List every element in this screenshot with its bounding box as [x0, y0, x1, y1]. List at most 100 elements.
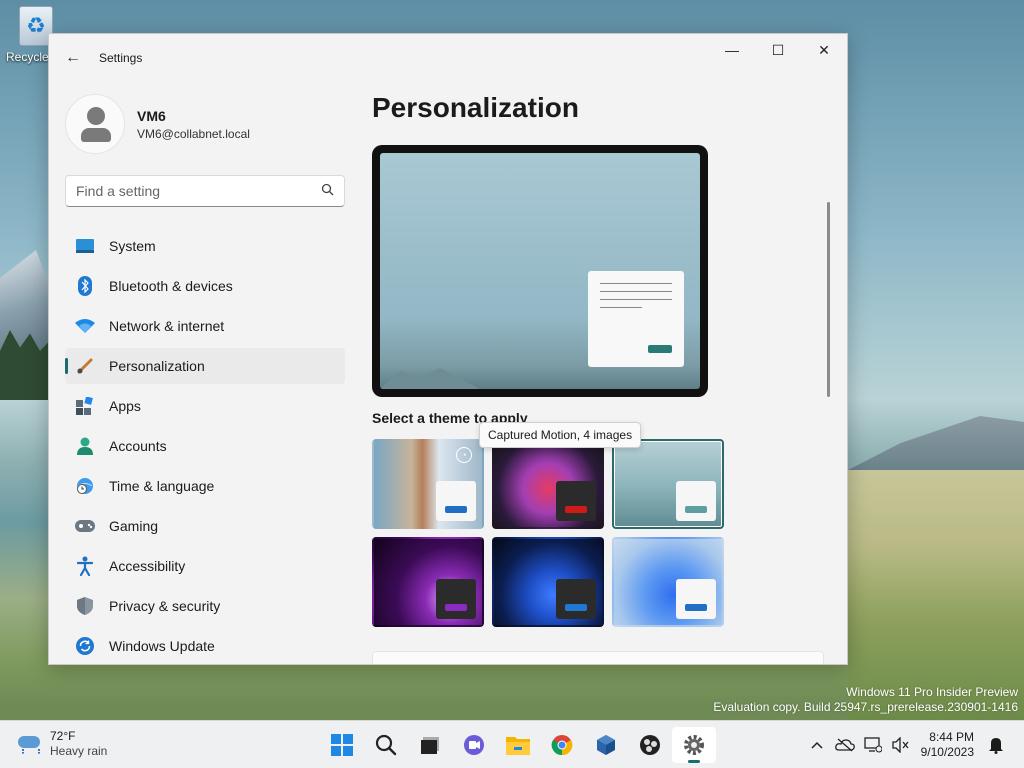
brush-icon — [75, 356, 95, 376]
obs-icon — [640, 735, 660, 755]
sidebar-item-label: Accounts — [109, 438, 167, 454]
theme-swatch — [436, 579, 476, 619]
title-bar: ← Settings — ☐ ✕ — [49, 34, 847, 82]
sidebar-item-system[interactable]: System — [65, 228, 345, 264]
theme-tooltip: Captured Motion, 4 images — [479, 422, 642, 448]
person-icon — [75, 436, 95, 456]
weather-temperature: 72°F — [50, 729, 76, 743]
search-icon[interactable] — [321, 183, 334, 199]
settings-card[interactable] — [372, 651, 824, 664]
sidebar-item-label: Bluetooth & devices — [109, 278, 233, 294]
system-tray: 8:44 PM 9/10/2023 — [803, 721, 1010, 768]
chevron-up-icon[interactable] — [803, 731, 831, 759]
theme-tile[interactable] — [372, 537, 484, 627]
network-icon[interactable] — [859, 731, 887, 759]
sidebar-item-time-language[interactable]: Time & language — [65, 468, 345, 504]
notification-bell-icon[interactable] — [982, 731, 1010, 759]
preview-accent-button — [648, 345, 672, 353]
sidebar-item-label: System — [109, 238, 156, 254]
taskbar-search-button[interactable] — [364, 727, 408, 763]
settings-window: ← Settings — ☐ ✕ VM6 VM6@collabnet.local… — [48, 33, 848, 665]
monitor-icon — [75, 236, 95, 256]
watermark-build: Evaluation copy. Build 25947.rs_prerelea… — [713, 700, 1018, 714]
sidebar-item-label: Time & language — [109, 478, 215, 494]
rain-cloud-icon — [16, 732, 44, 756]
sidebar-item-label: Personalization — [109, 358, 205, 374]
user-profile[interactable]: VM6 VM6@collabnet.local — [65, 94, 250, 154]
sidebar-item-network[interactable]: Network & internet — [65, 308, 345, 344]
desktop-mountain-right — [848, 416, 1024, 470]
teams-chat-icon — [464, 735, 484, 755]
themes-grid: ◔ — [372, 439, 732, 627]
sidebar-nav: System Bluetooth & devices Network & int… — [65, 228, 345, 664]
theme-preview — [372, 145, 708, 397]
sidebar-item-label: Gaming — [109, 518, 159, 534]
apps-icon — [75, 396, 95, 416]
sidebar-item-bluetooth[interactable]: Bluetooth & devices — [65, 268, 345, 304]
wifi-icon — [75, 316, 95, 336]
sidebar-item-privacy-security[interactable]: Privacy & security — [65, 588, 345, 624]
sidebar-item-accessibility[interactable]: Accessibility — [65, 548, 345, 584]
theme-accent-chip — [445, 604, 467, 611]
theme-tile[interactable]: ◔ — [372, 439, 484, 529]
sidebar-item-label: Network & internet — [109, 318, 225, 334]
onedrive-offline-icon[interactable] — [831, 731, 859, 759]
app-title: Settings — [99, 51, 143, 65]
sidebar-item-accounts[interactable]: Accounts — [65, 428, 345, 464]
sidebar-item-label: Apps — [109, 398, 141, 414]
settings-icon — [684, 735, 704, 755]
theme-tile[interactable] — [612, 439, 724, 529]
volume-muted-icon[interactable] — [887, 731, 915, 759]
theme-tile[interactable] — [612, 537, 724, 627]
file-explorer-button[interactable] — [496, 727, 540, 763]
virtualbox-button[interactable] — [584, 727, 628, 763]
theme-accent-chip — [685, 506, 707, 513]
theme-swatch — [556, 481, 596, 521]
theme-swatch — [676, 579, 716, 619]
clock[interactable]: 8:44 PM 9/10/2023 — [921, 730, 974, 760]
sidebar-item-label: Accessibility — [109, 558, 186, 574]
start-button[interactable] — [320, 727, 364, 763]
profile-name: VM6 — [137, 107, 166, 124]
sidebar-item-personalization[interactable]: Personalization — [65, 348, 345, 384]
virtualbox-icon — [597, 735, 615, 755]
theme-tile[interactable] — [492, 439, 604, 529]
taskbar-apps — [320, 727, 716, 763]
preview-landscape — [380, 368, 480, 389]
settings-taskbar-button[interactable] — [672, 727, 716, 763]
weather-widget[interactable]: 72°F Heavy rain — [16, 729, 107, 759]
preview-desktop — [380, 153, 700, 389]
sidebar-item-label: Windows Update — [109, 638, 215, 654]
theme-tile[interactable] — [492, 537, 604, 627]
main-content: Personalization Select a theme to apply … — [372, 82, 832, 664]
os-watermark: Windows 11 Pro Insider Preview Evaluatio… — [713, 685, 1018, 715]
theme-swatch — [556, 579, 596, 619]
page-title: Personalization — [372, 92, 579, 123]
theme-accent-chip — [565, 506, 587, 513]
back-button[interactable]: ← — [61, 46, 85, 70]
chrome-button[interactable] — [540, 727, 584, 763]
sidebar-item-label: Privacy & security — [109, 598, 221, 614]
watermark-edition: Windows 11 Pro Insider Preview — [846, 685, 1018, 699]
search-icon — [375, 734, 397, 756]
sidebar-item-apps[interactable]: Apps — [65, 388, 345, 424]
taskbar: 72°F Heavy rain 8:44 PM 9/10/2023 — [0, 720, 1024, 768]
weather-description: Heavy rain — [50, 744, 108, 758]
maximize-button[interactable]: ☐ — [755, 34, 801, 66]
sidebar-item-windows-update[interactable]: Windows Update — [65, 628, 345, 664]
scrollbar[interactable] — [827, 202, 830, 397]
search-input[interactable] — [76, 183, 296, 199]
theme-accent-chip — [685, 604, 707, 611]
minimize-button[interactable]: — — [709, 34, 755, 66]
search-box[interactable] — [65, 175, 345, 207]
desktop-grassland — [848, 470, 1024, 720]
preview-window — [588, 271, 684, 367]
task-view-button[interactable] — [408, 727, 452, 763]
obs-button[interactable] — [628, 727, 672, 763]
avatar — [65, 94, 125, 154]
start-icon — [331, 734, 353, 756]
close-button[interactable]: ✕ — [801, 34, 847, 66]
sidebar-item-gaming[interactable]: Gaming — [65, 508, 345, 544]
gamepad-icon — [75, 516, 95, 536]
teams-chat-button[interactable] — [452, 727, 496, 763]
